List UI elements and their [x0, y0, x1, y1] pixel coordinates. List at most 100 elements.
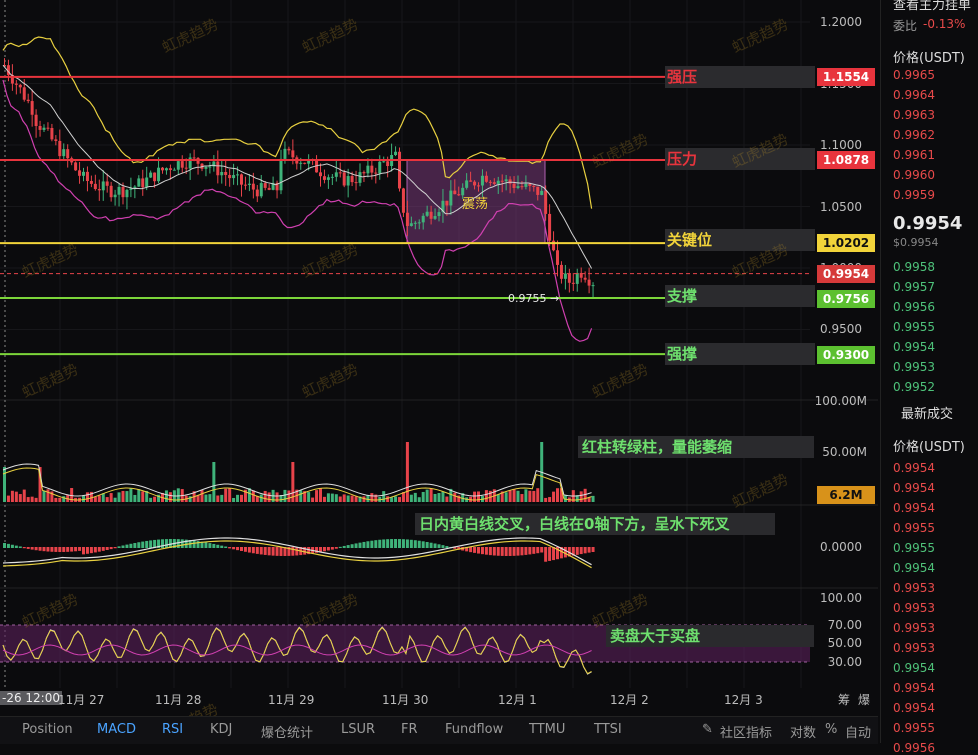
auto-toggle[interactable]: 自动	[845, 722, 871, 741]
macd-bar	[484, 547, 488, 555]
candle-body	[255, 189, 259, 197]
tab-rsi[interactable]: RSI	[162, 722, 183, 737]
corner-label[interactable]: 筹	[838, 691, 850, 708]
price-axis-label: 1.2000	[820, 15, 862, 29]
tab-ttmu[interactable]: TTMU	[529, 722, 565, 737]
candle-body	[453, 190, 457, 195]
macd-bar	[137, 542, 141, 548]
candle-body	[528, 183, 532, 186]
candle-body	[536, 186, 540, 195]
candle-body	[322, 176, 326, 180]
macd-bar	[93, 547, 97, 553]
trade-row: 0.9954	[893, 701, 935, 715]
macd-bar	[587, 547, 591, 553]
macd-bar	[417, 540, 421, 548]
tab-fr[interactable]: FR	[401, 722, 418, 737]
volume-bar	[536, 488, 540, 502]
volume-bar	[3, 467, 6, 502]
price-header: 价格(USDT)	[893, 51, 965, 66]
macd-bar	[89, 547, 93, 554]
order-book-header[interactable]: 查看主力挂单	[893, 0, 971, 13]
volume-bar	[137, 489, 141, 502]
volume-bar	[18, 494, 22, 502]
volume-bar	[275, 492, 279, 502]
volume-bar	[6, 495, 10, 502]
macd-bar	[224, 546, 228, 548]
date-label-start: -26 12:00	[0, 691, 62, 705]
macd-bar	[528, 547, 532, 555]
corner-label[interactable]: 爆	[858, 691, 870, 708]
candle-body	[259, 183, 263, 197]
volume-bar	[149, 497, 153, 502]
date-label: 11月 30	[382, 693, 429, 707]
tab-kdj[interactable]: KDJ	[210, 722, 232, 737]
candle-body	[204, 166, 208, 169]
candle-body	[567, 273, 571, 283]
ask-row: 0.9962	[893, 128, 935, 142]
volume-bar	[283, 489, 287, 502]
volume-ma-white	[2, 463, 592, 497]
macd-bar	[520, 547, 524, 556]
macd-bar	[492, 547, 496, 556]
candle-body	[350, 176, 354, 183]
volume-bar	[528, 490, 532, 502]
volume-bar	[105, 497, 109, 502]
candle-body	[251, 183, 255, 190]
last-price: 0.9954	[893, 213, 963, 234]
tab-position[interactable]: Position	[22, 722, 73, 737]
candle-body	[409, 223, 413, 226]
macd-bar	[133, 542, 137, 548]
macd-bar	[271, 547, 275, 556]
tab-fundflow[interactable]: Fundflow	[445, 722, 503, 737]
percent-toggle[interactable]: %	[825, 722, 837, 737]
macd-bar	[109, 547, 113, 550]
candle-body	[224, 171, 228, 176]
candle-body	[425, 211, 429, 216]
macd-bar	[236, 547, 240, 551]
volume-bar	[413, 492, 417, 502]
candle-body	[477, 185, 480, 187]
volume-bar	[322, 496, 326, 502]
candle-body	[342, 172, 346, 186]
macd-bar	[473, 547, 477, 553]
macd-bar	[394, 539, 398, 548]
volume-bar	[556, 488, 559, 502]
macd-bar	[121, 545, 125, 548]
volume-bar	[200, 490, 204, 502]
volume-bar	[477, 491, 480, 502]
macd-bar	[204, 542, 208, 548]
candle-body	[247, 183, 251, 185]
candle-body	[449, 190, 453, 206]
chart-area[interactable]: 1.2000 1.1500 1.1000 1.0500 1.0000 0.950…	[0, 0, 878, 743]
macd-bar	[524, 547, 528, 555]
candle-body	[496, 180, 500, 184]
candle-body	[117, 186, 121, 195]
volume-bar	[46, 489, 50, 502]
candle-body	[82, 171, 85, 176]
macd-bar	[334, 547, 338, 549]
macd-bar	[405, 539, 409, 548]
macd-bar	[164, 539, 168, 548]
macd-bar	[228, 547, 232, 549]
macd-bar	[358, 542, 362, 548]
candle-body	[113, 194, 117, 198]
trade-row: 0.9953	[893, 641, 935, 655]
log-toggle[interactable]: 对数	[790, 722, 816, 741]
candle-body	[520, 186, 524, 188]
macd-bar	[552, 547, 556, 561]
macd-bar	[259, 547, 263, 555]
macd-bar	[386, 539, 390, 548]
candle-body	[22, 87, 26, 100]
tab-macd[interactable]: MACD	[97, 722, 136, 737]
volume-bar	[508, 490, 512, 502]
volume-bar	[532, 490, 536, 502]
tab-liquidation[interactable]: 爆仓统计	[261, 722, 313, 741]
edit-icon[interactable]: ✎	[702, 722, 713, 737]
macd-bar	[46, 547, 50, 552]
community-indicator-button[interactable]: 社区指标	[720, 722, 772, 741]
macd-bar	[575, 547, 579, 555]
tab-lsur[interactable]: LSUR	[341, 722, 375, 737]
volume-axis-label: 100.00M	[814, 394, 867, 408]
tab-ttsi[interactable]: TTSI	[594, 722, 622, 737]
candle-body	[287, 148, 291, 151]
